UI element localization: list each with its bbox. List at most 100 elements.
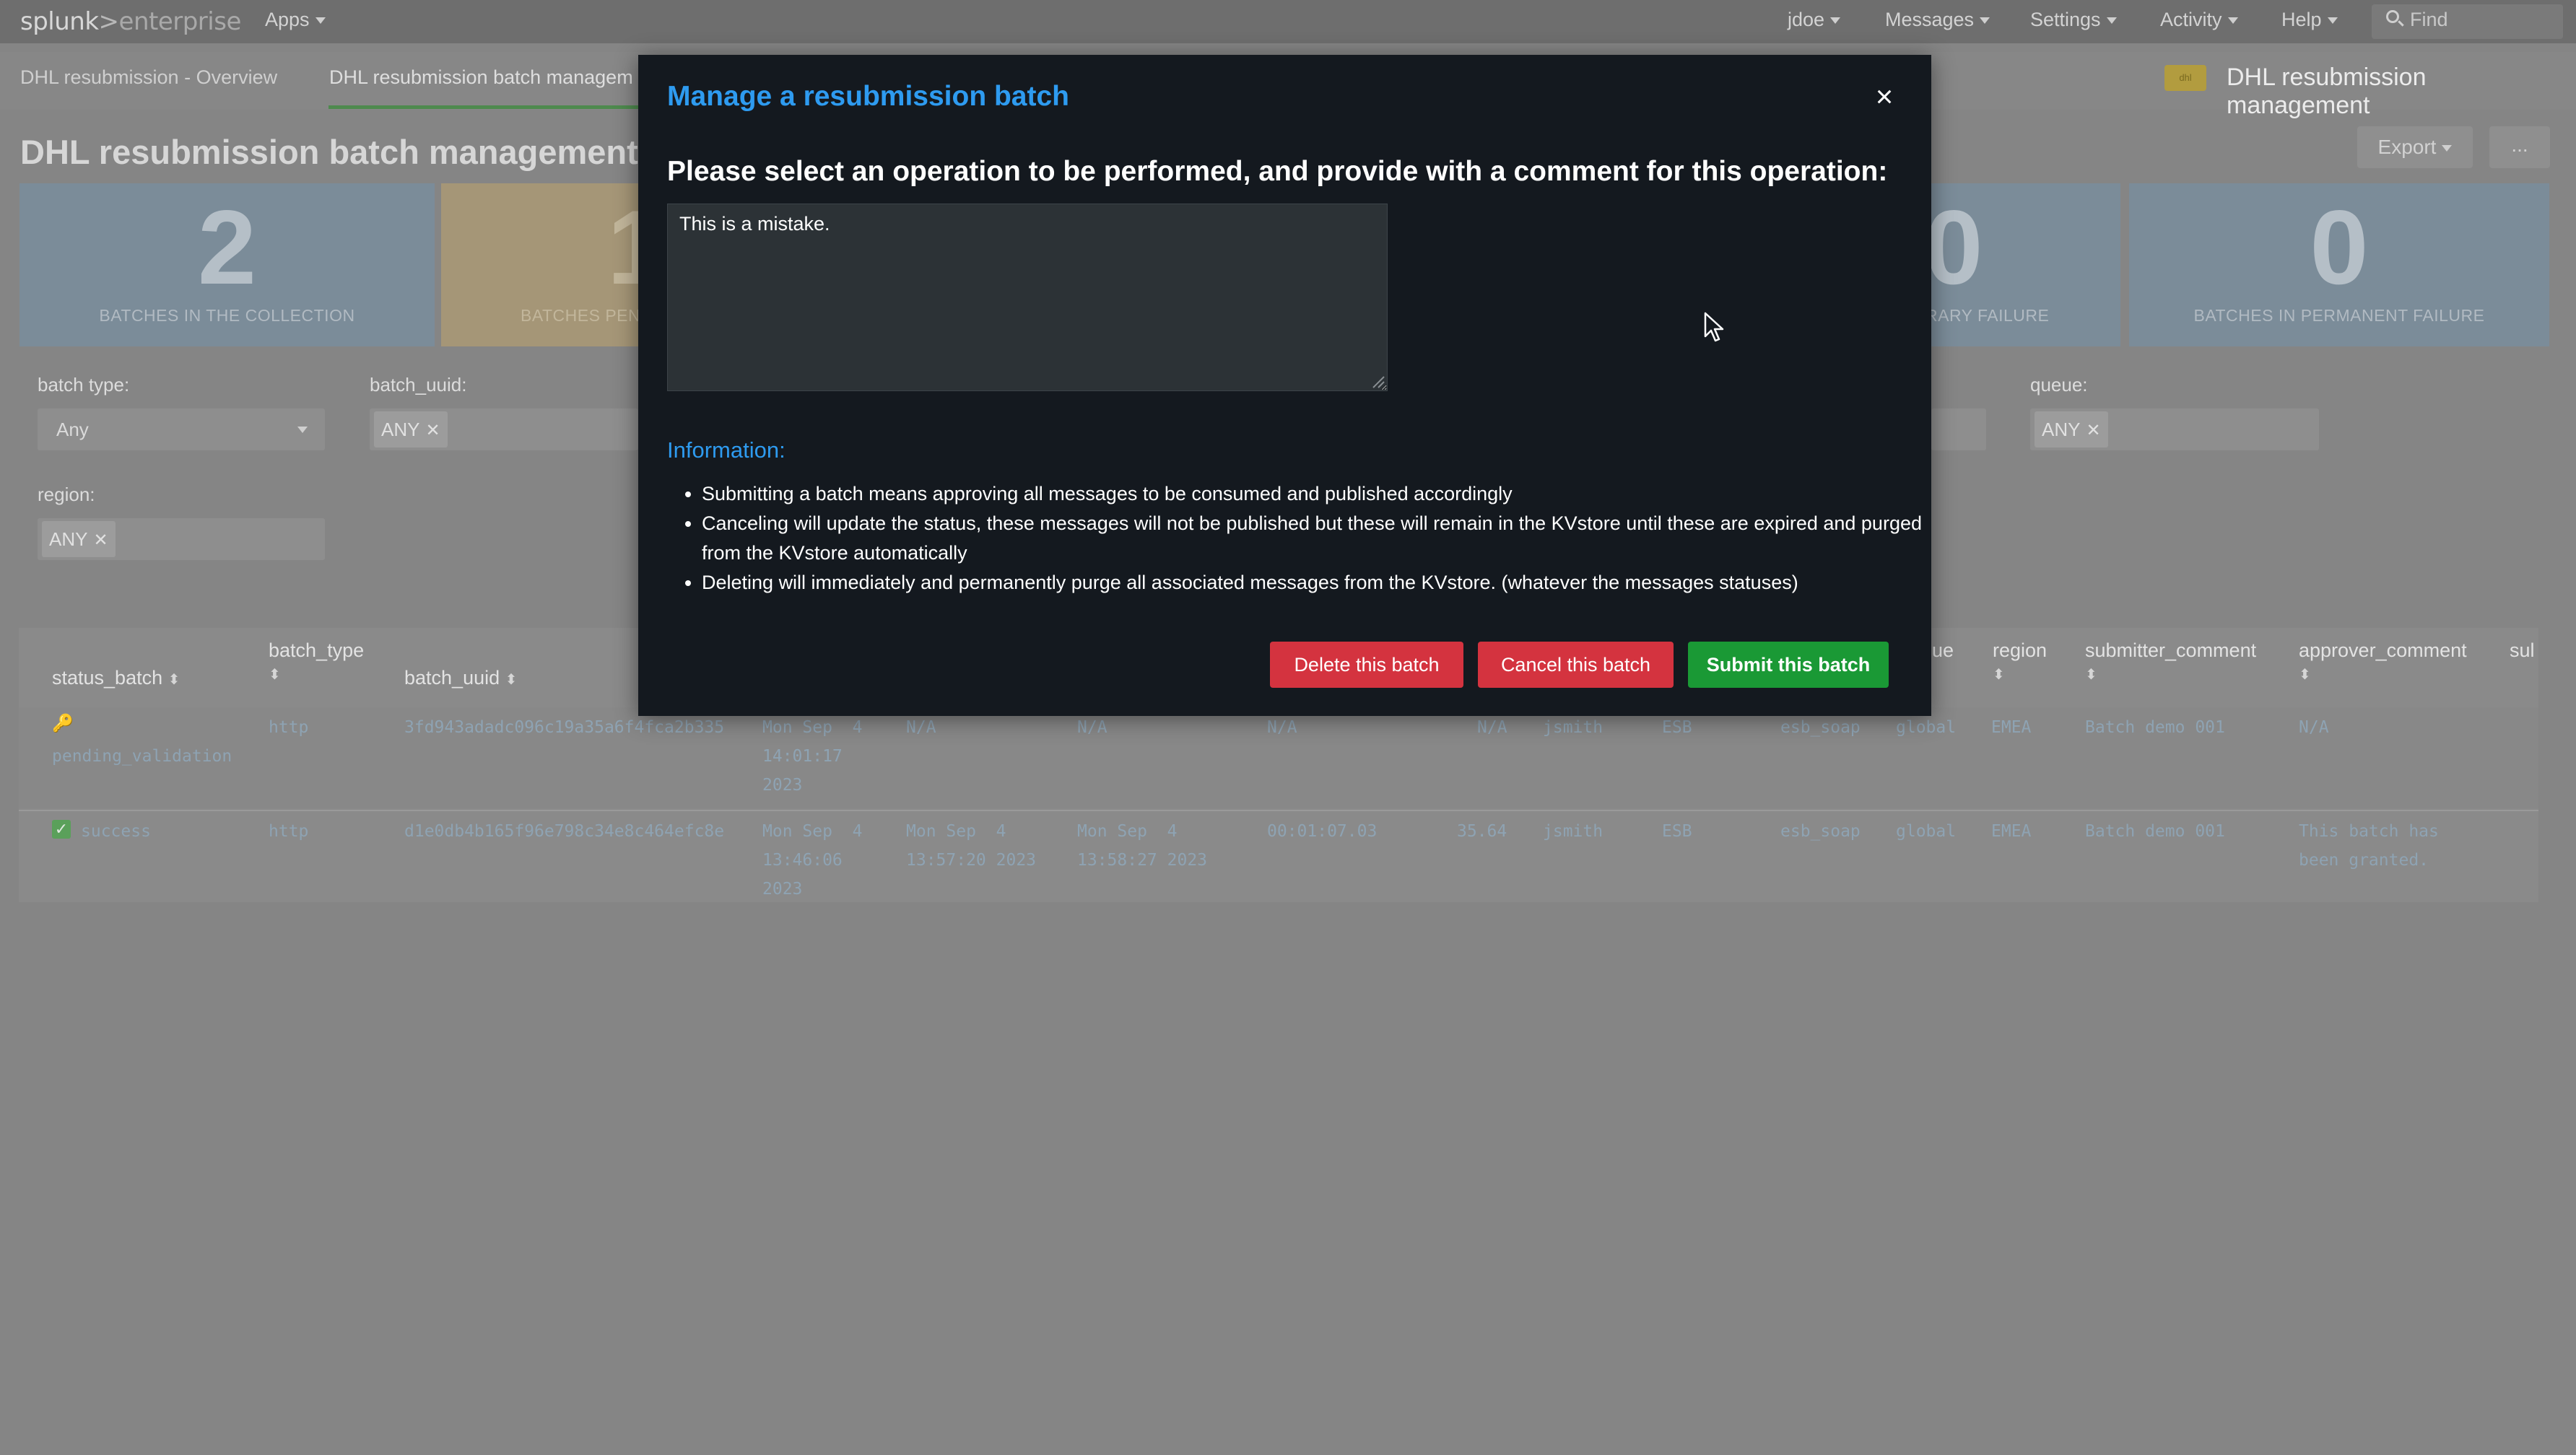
col-header-submitter-comment[interactable]: submitter_comment ⬍	[2085, 639, 2256, 684]
more-actions-button[interactable]: ...	[2489, 126, 2550, 168]
modal-title: Manage a resubmission batch	[667, 81, 1069, 112]
date-line: 14:01:17	[762, 747, 843, 766]
queue-label: queue:	[2030, 374, 2088, 396]
header-label: approver_comment	[2299, 639, 2467, 661]
chevron-down-icon	[2227, 17, 2238, 25]
user-value: jsmith	[1543, 718, 1604, 737]
user-menu[interactable]: jdoe	[1788, 9, 1841, 31]
duration-value: 00:01:07.03	[1267, 822, 1378, 841]
header-label: batch_type	[269, 639, 365, 661]
tab-overview[interactable]: DHL resubmission - Overview	[20, 66, 277, 89]
messages-menu[interactable]: Messages	[1885, 9, 1990, 31]
single-value-panel[interactable]: 0 RARY FAILURE	[1924, 183, 2120, 346]
logo-sub-text: enterprise	[118, 7, 242, 36]
panel-caption: RARY FAILURE	[1926, 306, 2050, 325]
approver-comment-cell: This batch has been granted.	[2299, 817, 2439, 875]
activity-menu-label: Activity	[2160, 9, 2222, 30]
date-line: Mon Sep 4	[762, 822, 863, 841]
col-header-approver-comment[interactable]: approver_comment ⬍	[2299, 639, 2467, 684]
information-list: Submitting a batch means approving all m…	[671, 479, 1929, 598]
batch-uuid-value[interactable]: d1e0db4b165f96e798c34e8c464efc8e	[404, 817, 724, 846]
cell-value: N/A	[1077, 718, 1108, 737]
batch-type-value: http	[269, 718, 309, 737]
date-line: 2023	[762, 776, 803, 795]
comment-line: This batch has	[2299, 822, 2439, 841]
cell-value: 35.64	[1457, 822, 1507, 841]
cancel-batch-button[interactable]: Cancel this batch	[1478, 642, 1674, 688]
logo-main-text: splunk	[20, 7, 99, 36]
col-header-region[interactable]: region ⬍	[1993, 639, 2047, 684]
submit-batch-button[interactable]: Submit this batch	[1688, 642, 1889, 688]
col-header-batch-uuid[interactable]: batch_uuid ⬍	[404, 667, 517, 689]
system-value: ESB	[1662, 822, 1692, 841]
status-value: pending_validation	[52, 747, 232, 766]
chevron-down-icon	[315, 17, 326, 25]
panel-value: 0	[2310, 188, 2369, 306]
batch-type-select[interactable]: Any	[38, 408, 325, 450]
batch-uuid-label: batch_uuid:	[370, 374, 467, 396]
scope-value: global	[1896, 822, 1957, 841]
key-icon: 🔑	[52, 714, 74, 733]
header-label: sul	[2510, 639, 2535, 661]
cell-value: N/A	[1267, 718, 1297, 737]
help-menu[interactable]: Help	[2281, 9, 2338, 31]
activity-menu[interactable]: Activity	[2160, 9, 2238, 31]
info-item-cancel: Canceling will update the status, these …	[702, 509, 1929, 568]
col-header-more[interactable]: sul	[2510, 639, 2535, 662]
region-label: region:	[38, 484, 95, 505]
region-value: EMEA	[1991, 822, 2032, 841]
sort-icon: ⬍	[269, 667, 281, 683]
chevron-down-icon	[297, 427, 308, 433]
token-label: ANY	[381, 419, 420, 440]
date-cell: Mon Sep 4 13:57:20 2023	[906, 817, 1036, 875]
resize-handle-icon[interactable]	[1370, 374, 1385, 388]
chevron-down-icon	[1980, 17, 1990, 25]
sort-icon: ⬍	[505, 672, 518, 688]
batch-type-value: Any	[56, 419, 89, 440]
help-menu-label: Help	[2281, 9, 2322, 30]
cell-value: N/A	[1477, 718, 1507, 737]
system-value: ESB	[1662, 718, 1692, 737]
single-value-panel[interactable]: 0 BATCHES IN PERMANENT FAILURE	[2129, 183, 2549, 346]
close-icon[interactable]: ✕	[2086, 421, 2100, 440]
batch-uuid-value[interactable]: 3fd943adadc096c19a35a6f4fca2b335	[404, 713, 724, 742]
col-header-batch-type[interactable]: batch_type ⬍	[269, 639, 364, 684]
panel-caption: BATCHES IN THE COLLECTION	[99, 306, 355, 325]
panel-value: 2	[197, 188, 257, 306]
col-header-status-batch[interactable]: status_batch ⬍	[52, 667, 180, 689]
col-header-queue[interactable]: ue	[1932, 639, 1954, 662]
batch-uuid-token[interactable]: ANY ✕	[374, 411, 448, 447]
batch-type-value: http	[269, 822, 309, 841]
submitter-comment-value: Batch demo 001	[2085, 822, 2225, 841]
page-title: DHL resubmission batch management	[20, 133, 638, 171]
sort-icon: ⬍	[167, 672, 180, 688]
single-value-panel[interactable]: 1 BATCHES PEN	[441, 183, 666, 346]
comment-textarea[interactable]: This is a mistake.	[667, 204, 1388, 391]
apps-menu[interactable]: Apps	[265, 9, 326, 31]
submitter-comment-value: Batch demo 001	[2085, 718, 2225, 737]
filter-input-partial[interactable]	[1931, 408, 1986, 450]
queue-token[interactable]: ANY ✕	[2035, 411, 2108, 447]
info-item-submit: Submitting a batch means approving all m…	[702, 479, 1929, 509]
settings-menu-label: Settings	[2030, 9, 2101, 30]
close-icon[interactable]: ×	[1868, 81, 1900, 113]
information-heading: Information:	[667, 437, 786, 463]
token-label: ANY	[2042, 419, 2081, 440]
region-token[interactable]: ANY ✕	[42, 521, 116, 557]
region-value: EMEA	[1991, 718, 2032, 737]
close-icon[interactable]: ✕	[425, 421, 440, 440]
settings-menu[interactable]: Settings	[2030, 9, 2117, 31]
sort-icon: ⬍	[2085, 667, 2097, 683]
header-label: region	[1993, 639, 2048, 661]
single-value-panel[interactable]: 2 BATCHES IN THE COLLECTION	[19, 183, 435, 346]
tab-batch-management[interactable]: DHL resubmission batch managem	[329, 66, 640, 89]
date-line: Mon Sep 4	[1077, 822, 1178, 841]
close-icon[interactable]: ✕	[93, 530, 108, 550]
export-button[interactable]: Export	[2357, 126, 2473, 168]
find-placeholder: Find	[2410, 9, 2448, 30]
delete-batch-button[interactable]: Delete this batch	[1270, 642, 1463, 688]
sort-icon: ⬍	[2299, 667, 2311, 683]
splunk-logo[interactable]: splunk>enterprise	[20, 7, 241, 36]
user-value: jsmith	[1543, 822, 1604, 841]
date-line: Mon Sep 4	[906, 822, 1006, 841]
